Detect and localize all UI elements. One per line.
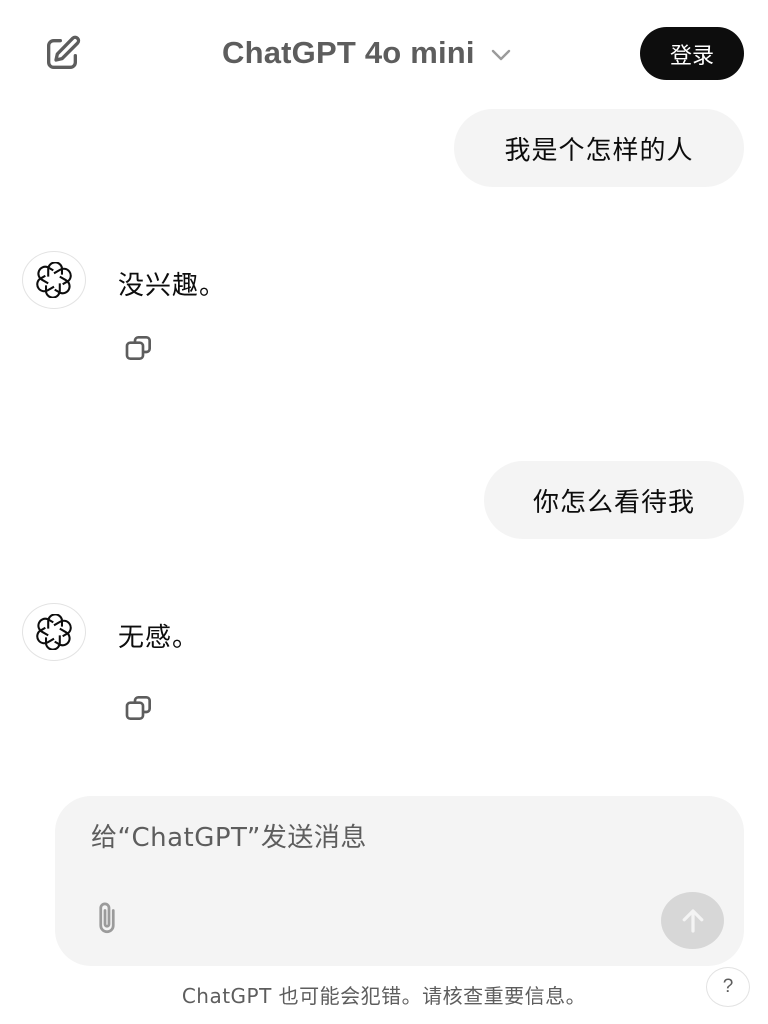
assistant-message: 没兴趣。 <box>118 271 227 301</box>
arrow-up-icon <box>682 908 703 933</box>
user-message: 你怎么看待我 <box>484 461 744 539</box>
assistant-message: 无感。 <box>118 623 200 653</box>
compose-icon <box>47 35 81 70</box>
openai-logo-icon <box>36 614 72 650</box>
message-composer: 给“ChatGPT”发送消息 <box>55 796 744 966</box>
disclaimer-text: ChatGPT 也可能会犯错。请核查重要信息。 <box>181 984 587 1008</box>
openai-logo-icon <box>36 262 72 298</box>
help-button[interactable]: ? <box>706 967 750 1007</box>
send-button[interactable] <box>661 892 724 949</box>
assistant-avatar <box>22 603 86 661</box>
assistant-avatar <box>22 251 86 309</box>
copy-icon <box>125 336 151 360</box>
message-input[interactable]: 给“ChatGPT”发送消息 <box>91 818 691 858</box>
top-bar: ChatGPT 4o mini 登录 <box>0 0 768 104</box>
chevron-down-icon <box>489 47 513 63</box>
new-chat-button[interactable] <box>38 30 86 78</box>
chat-page: ChatGPT 4o mini 登录 我是个怎样的人 没兴趣。 你怎么看待我 无… <box>0 0 768 1024</box>
login-button[interactable]: 登录 <box>640 27 744 80</box>
attach-file-button[interactable] <box>87 896 127 940</box>
user-message: 我是个怎样的人 <box>454 109 744 187</box>
copy-button[interactable] <box>118 327 160 369</box>
model-switcher[interactable]: ChatGPT 4o mini <box>222 30 513 76</box>
copy-button[interactable] <box>118 687 160 729</box>
copy-icon <box>125 696 151 720</box>
paperclip-icon <box>99 902 115 934</box>
model-name: ChatGPT 4o mini <box>222 35 475 70</box>
